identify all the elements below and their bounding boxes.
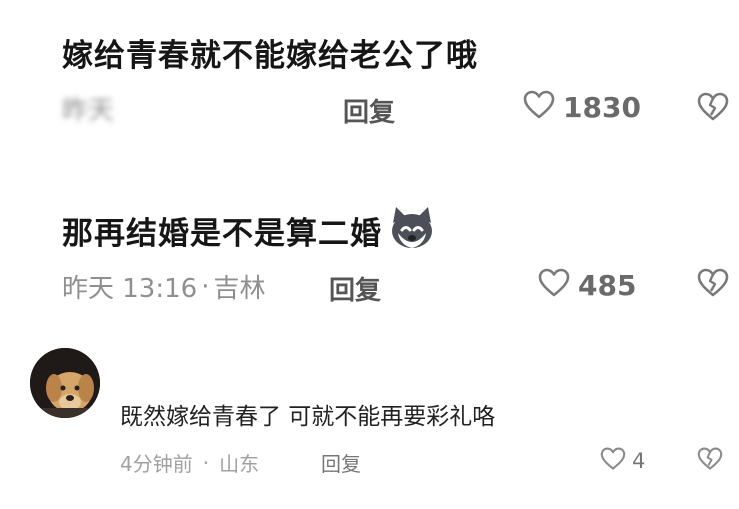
comment-location: 吉林	[213, 274, 266, 304]
comment-time: 昨天 13:16	[62, 274, 198, 304]
comment-body: 那再结婚是不是算二婚	[62, 205, 436, 255]
broken-heart-icon	[697, 447, 723, 475]
comment-meta: 昨天 13:16 · 吉林	[62, 268, 265, 305]
broken-heart-icon	[697, 92, 729, 126]
like-button[interactable]: 1830	[523, 90, 641, 124]
comment-location: 山东	[219, 452, 260, 476]
like-button[interactable]: 4	[600, 447, 645, 475]
heart-outline-icon	[600, 447, 626, 475]
heart-outline-icon	[538, 268, 570, 302]
broken-heart-icon	[697, 268, 729, 302]
comment-meta: 昨天	[62, 88, 114, 128]
meta-separator: ·	[202, 450, 210, 475]
comment-text: 既然嫁给青春了 可就不能再要彩礼咯	[120, 404, 496, 430]
like-count: 485	[578, 268, 637, 302]
comment-text: 嫁给青春就不能嫁给老公了哦	[62, 38, 478, 74]
reply-button[interactable]: 回复	[321, 448, 361, 477]
meta-separator: ·	[201, 271, 210, 302]
like-count: 1830	[563, 90, 641, 124]
comment-time: 4分钟前	[120, 452, 193, 476]
dislike-button[interactable]	[697, 268, 729, 302]
comment-meta: 4分钟前 · 山东	[120, 448, 259, 477]
dislike-button[interactable]	[697, 447, 723, 475]
comment-time: 昨天	[62, 95, 115, 126]
like-button[interactable]: 485	[538, 268, 636, 302]
like-count: 4	[632, 449, 646, 473]
husky-face-icon	[388, 205, 436, 255]
dog-avatar-icon	[30, 348, 100, 418]
comment-text: 那再结婚是不是算二婚	[62, 215, 382, 252]
reply-button[interactable]: 回复	[343, 92, 395, 129]
heart-outline-icon	[523, 90, 555, 124]
dislike-button[interactable]	[697, 92, 729, 126]
reply-button[interactable]: 回复	[329, 270, 381, 307]
avatar[interactable]	[30, 348, 100, 418]
